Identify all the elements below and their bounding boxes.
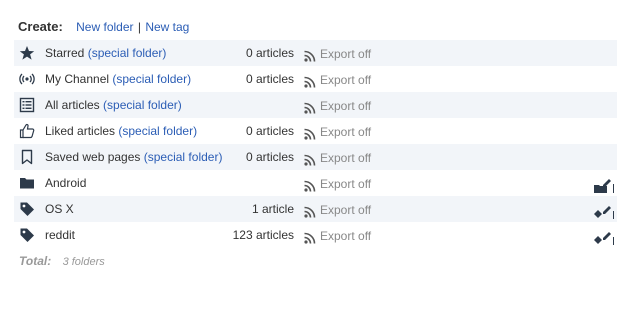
folder-name: Saved web pages (special folder) — [45, 150, 223, 164]
create-separator: | — [137, 20, 141, 34]
export-toggle[interactable]: Export off — [320, 41, 371, 67]
star-icon — [19, 45, 35, 61]
folder-row-all-articles[interactable]: All articles (special folder) Export off — [14, 92, 617, 118]
tag-icon — [19, 227, 35, 243]
article-count: 123 articles — [232, 228, 294, 242]
create-bar: Create: New folder | New tag — [18, 19, 189, 34]
total-summary: Total: 3 folders — [19, 254, 105, 268]
export-toggle[interactable]: Export off — [320, 171, 371, 197]
folder-list: Starred (special folder) 0 articles Expo… — [14, 40, 617, 248]
article-count: 0 articles — [245, 72, 294, 86]
folder-row-liked-articles[interactable]: Liked articles (special folder) 0 articl… — [14, 118, 617, 144]
folder-name: All articles (special folder) — [45, 98, 182, 112]
new-folder-link[interactable]: New folder — [76, 20, 133, 34]
export-toggle[interactable]: Export off — [320, 93, 371, 119]
folder-row-saved-web-pages[interactable]: Saved web pages (special folder) 0 artic… — [14, 144, 617, 170]
bookmark-icon — [19, 149, 35, 165]
rss-icon — [304, 175, 316, 192]
folder-name: Starred (special folder) — [45, 46, 167, 60]
new-tag-link[interactable]: New tag — [145, 20, 189, 34]
export-toggle[interactable]: Export off — [320, 223, 371, 249]
broadcast-icon — [19, 71, 35, 87]
rss-icon — [304, 201, 316, 218]
article-count: 0 articles — [245, 150, 294, 164]
rss-icon — [304, 149, 316, 166]
rss-icon — [304, 97, 316, 114]
folder-name: Android — [45, 176, 87, 190]
tag-icon — [19, 201, 35, 217]
article-count: 0 articles — [245, 124, 294, 138]
folder-row-os-x[interactable]: OS X 1 article Export off — [14, 196, 617, 222]
folder-icon — [19, 175, 35, 191]
special-folder-link[interactable]: (special folder) — [118, 124, 197, 138]
special-folder-link[interactable]: (special folder) — [103, 98, 182, 112]
article-count: 0 articles — [245, 46, 294, 60]
export-toggle[interactable]: Export off — [320, 67, 371, 93]
export-toggle[interactable]: Export off — [320, 197, 371, 223]
folder-row-my-channel[interactable]: My Channel (special folder) 0 articles E… — [14, 66, 617, 92]
special-folder-link[interactable]: (special folder) — [144, 150, 223, 164]
special-folder-link[interactable]: (special folder) — [112, 72, 191, 86]
folder-name: My Channel (special folder) — [45, 72, 192, 86]
export-toggle[interactable]: Export off — [320, 119, 371, 145]
list-icon — [19, 97, 35, 113]
total-label: Total: — [19, 254, 52, 268]
folder-name: reddit — [45, 228, 76, 242]
rss-icon — [304, 227, 316, 244]
folder-row-reddit[interactable]: reddit 123 articles Export off — [14, 222, 617, 248]
create-label: Create: — [18, 19, 63, 34]
rss-icon — [304, 45, 316, 62]
total-value: 3 folders — [62, 256, 105, 268]
thumbs-up-icon — [19, 123, 35, 139]
special-folder-link[interactable]: (special folder) — [88, 46, 167, 60]
rss-icon — [304, 71, 316, 88]
folder-row-android[interactable]: Android Export off — [14, 170, 617, 196]
export-toggle[interactable]: Export off — [320, 145, 371, 171]
folder-name: OS X — [45, 202, 74, 216]
rss-icon — [304, 123, 316, 140]
folder-name: Liked articles (special folder) — [45, 124, 198, 138]
article-count: 1 article — [251, 202, 294, 216]
edit-tag-icon[interactable] — [594, 228, 614, 254]
folder-row-starred[interactable]: Starred (special folder) 0 articles Expo… — [14, 40, 617, 66]
